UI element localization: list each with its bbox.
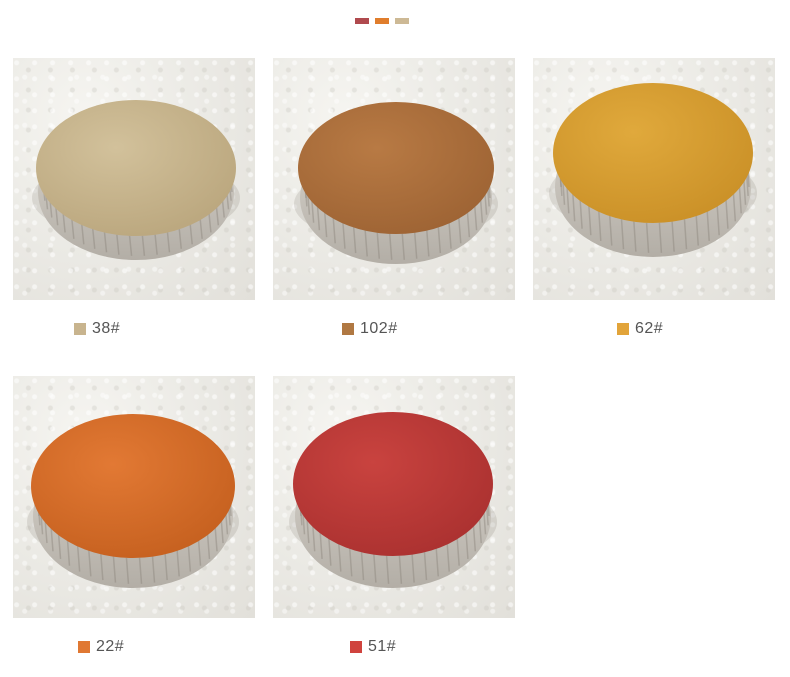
code-102: 102# [360, 320, 398, 337]
product-image-38[interactable] [13, 58, 255, 300]
color-option-22[interactable]: 22# [78, 638, 124, 656]
code-62: 62# [635, 320, 664, 337]
swatch-102 [342, 323, 354, 335]
color-option-51[interactable]: 51# [350, 638, 396, 656]
cushion-51 [289, 412, 497, 588]
code-38: 38# [92, 320, 121, 337]
cushion-top [293, 412, 493, 556]
swatch-22 [78, 641, 90, 653]
color-option-62[interactable]: 62# [617, 320, 663, 338]
code-22: 22# [96, 638, 125, 655]
color-swatch-bar [355, 18, 409, 24]
swatch-orange [375, 18, 389, 24]
cushion-102 [294, 102, 498, 264]
cushion-top [553, 83, 753, 223]
cushion-62 [549, 83, 757, 257]
product-image-62[interactable] [533, 58, 775, 300]
product-image-102[interactable] [273, 58, 515, 300]
swatch-38 [74, 323, 86, 335]
cushion-top [298, 102, 494, 234]
color-option-38[interactable]: 38# [74, 320, 120, 338]
swatch-beige [395, 18, 409, 24]
swatch-51 [350, 641, 362, 653]
code-51: 51# [368, 638, 397, 655]
cushion-22 [27, 414, 239, 588]
product-image-51[interactable] [273, 376, 515, 618]
cushion-top [31, 414, 235, 558]
cushion-top [36, 100, 236, 236]
product-image-22[interactable] [13, 376, 255, 618]
cushion-38 [32, 100, 240, 260]
swatch-62 [617, 323, 629, 335]
color-option-102[interactable]: 102# [342, 320, 398, 338]
swatch-red [355, 18, 369, 24]
